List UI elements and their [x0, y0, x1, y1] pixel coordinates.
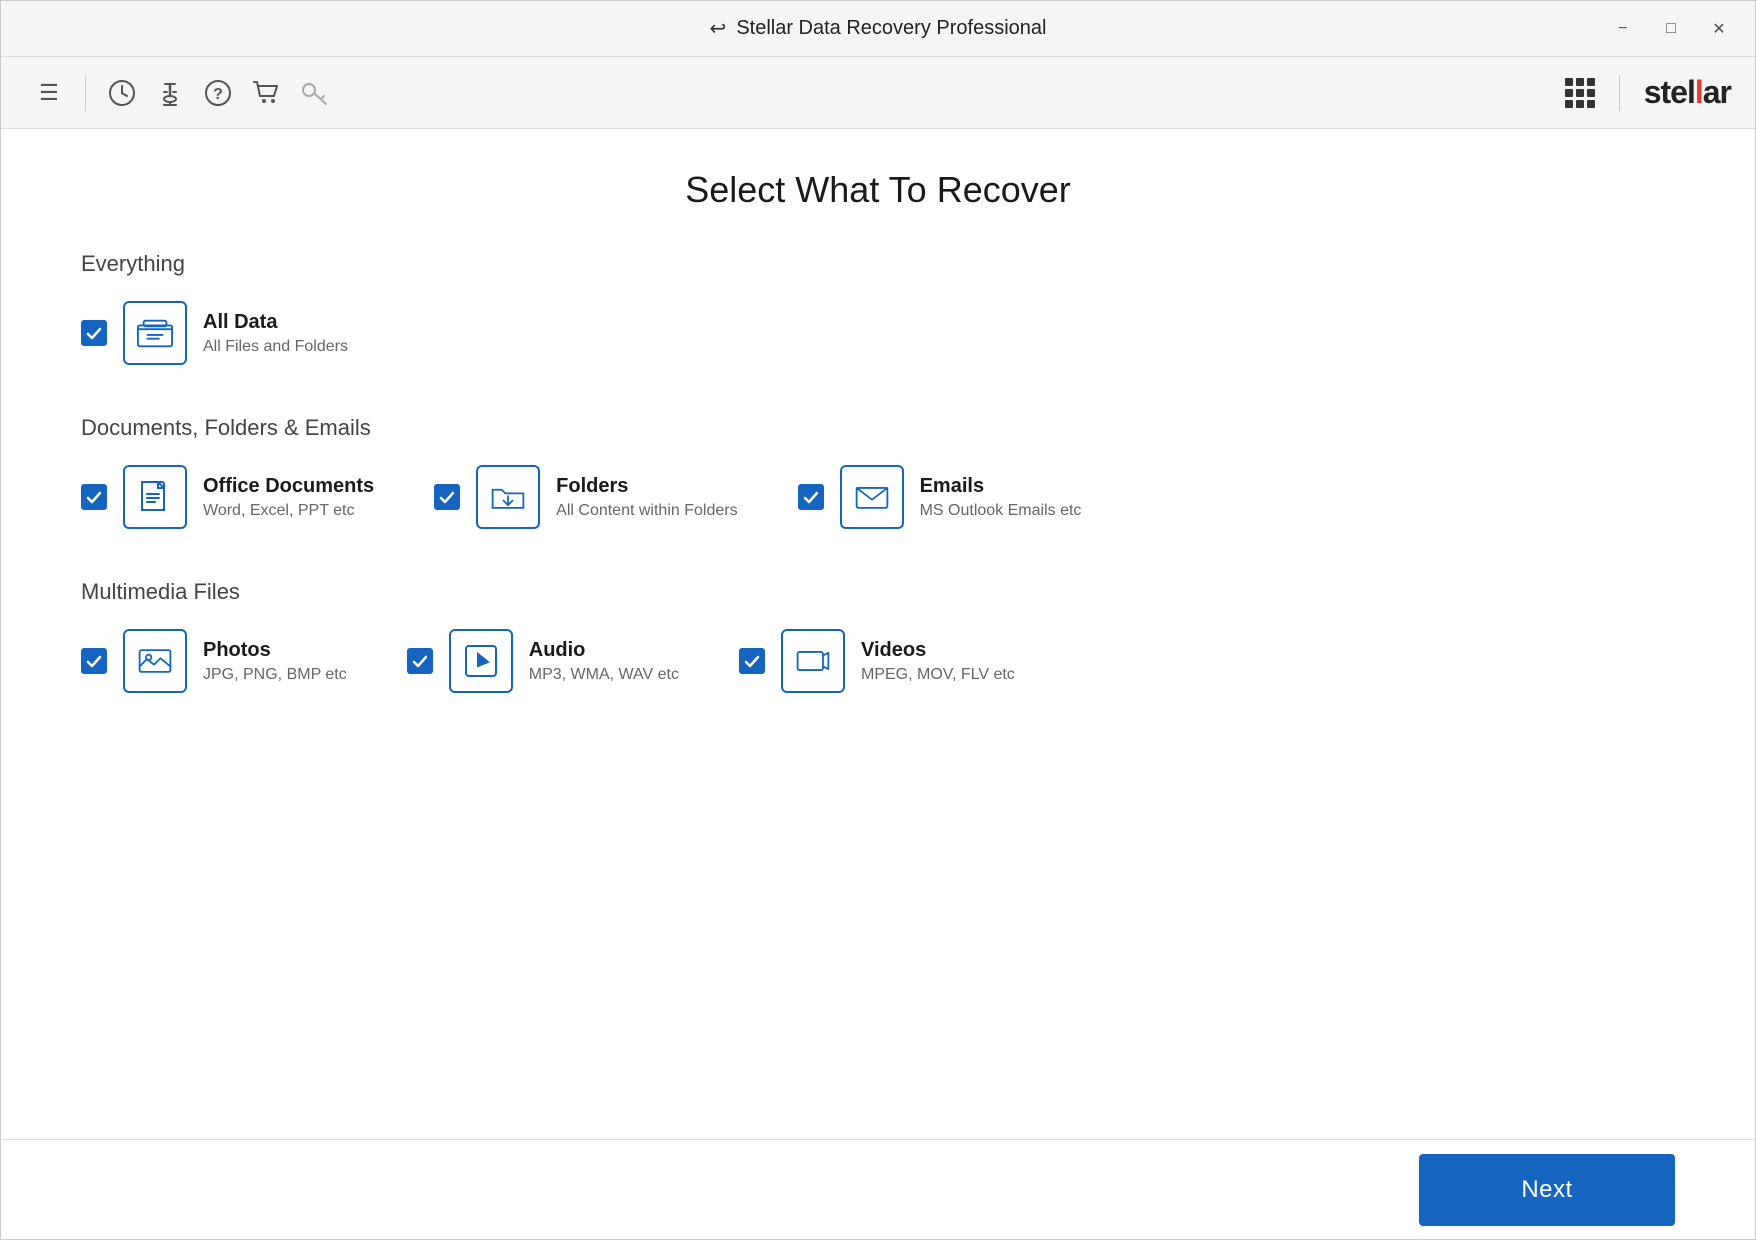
- option-audio[interactable]: Audio MP3, WMA, WAV etc: [407, 629, 679, 693]
- toolbar: ☰ ?: [1, 57, 1755, 129]
- checkbox-folders-wrap: [434, 484, 460, 510]
- checkbox-office-docs-wrap: [81, 484, 107, 510]
- help-icon[interactable]: ?: [194, 69, 242, 117]
- emails-icon-box: [840, 465, 904, 529]
- audio-title: Audio: [529, 639, 679, 662]
- emails-subtitle: MS Outlook Emails etc: [920, 502, 1082, 520]
- section-multimedia-label: Multimedia Files: [81, 579, 1675, 605]
- all-data-title: All Data: [203, 311, 348, 334]
- app-window: ↩ Stellar Data Recovery Professional − □…: [0, 0, 1756, 1240]
- footer: Next: [1, 1139, 1755, 1239]
- videos-title: Videos: [861, 639, 1015, 662]
- checkbox-videos-wrap: [739, 648, 765, 674]
- brand-logo: stellar: [1644, 74, 1731, 111]
- documents-options: Office Documents Word, Excel, PPT etc: [81, 465, 1675, 529]
- photos-title: Photos: [203, 639, 347, 662]
- everything-options: All Data All Files and Folders: [81, 301, 1675, 365]
- folders-icon-box: [476, 465, 540, 529]
- photos-icon-box: [123, 629, 187, 693]
- option-all-data[interactable]: All Data All Files and Folders: [81, 301, 348, 365]
- menu-icon[interactable]: ☰: [25, 69, 73, 117]
- videos-text: Videos MPEG, MOV, FLV etc: [861, 639, 1015, 684]
- multimedia-options: Photos JPG, PNG, BMP etc: [81, 629, 1675, 693]
- checkbox-folders[interactable]: [434, 484, 460, 510]
- videos-icon-box: [781, 629, 845, 693]
- section-everything-label: Everything: [81, 251, 1675, 277]
- audio-icon-box: [449, 629, 513, 693]
- all-data-subtitle: All Files and Folders: [203, 338, 348, 356]
- history-icon[interactable]: [98, 69, 146, 117]
- checkbox-all-data-wrap: [81, 320, 107, 346]
- section-multimedia: Multimedia Files: [81, 579, 1675, 693]
- checkbox-audio[interactable]: [407, 648, 433, 674]
- folders-text: Folders All Content within Folders: [556, 475, 737, 520]
- audio-text: Audio MP3, WMA, WAV etc: [529, 639, 679, 684]
- photos-text: Photos JPG, PNG, BMP etc: [203, 639, 347, 684]
- next-button[interactable]: Next: [1419, 1154, 1675, 1226]
- office-docs-text: Office Documents Word, Excel, PPT etc: [203, 475, 374, 520]
- minimize-button[interactable]: −: [1603, 13, 1643, 45]
- folders-title: Folders: [556, 475, 737, 498]
- window-title: Stellar Data Recovery Professional: [736, 17, 1046, 40]
- checkbox-emails[interactable]: [798, 484, 824, 510]
- main-content: Select What To Recover Everything: [1, 129, 1755, 1139]
- title-bar-controls: − □ ✕: [1603, 13, 1739, 45]
- checkbox-photos[interactable]: [81, 648, 107, 674]
- audio-subtitle: MP3, WMA, WAV etc: [529, 666, 679, 684]
- option-emails[interactable]: Emails MS Outlook Emails etc: [798, 465, 1082, 529]
- section-everything: Everything: [81, 251, 1675, 365]
- emails-text: Emails MS Outlook Emails etc: [920, 475, 1082, 520]
- grid-icon[interactable]: [1565, 78, 1595, 108]
- photos-subtitle: JPG, PNG, BMP etc: [203, 666, 347, 684]
- office-docs-subtitle: Word, Excel, PPT etc: [203, 502, 374, 520]
- brand-separator: [1619, 75, 1620, 111]
- option-videos[interactable]: Videos MPEG, MOV, FLV etc: [739, 629, 1015, 693]
- checkbox-office-docs[interactable]: [81, 484, 107, 510]
- restore-button[interactable]: □: [1651, 13, 1691, 45]
- checkbox-emails-wrap: [798, 484, 824, 510]
- scan-icon[interactable]: [146, 69, 194, 117]
- cart-icon[interactable]: [242, 69, 290, 117]
- folders-subtitle: All Content within Folders: [556, 502, 737, 520]
- videos-subtitle: MPEG, MOV, FLV etc: [861, 666, 1015, 684]
- checkbox-all-data[interactable]: [81, 320, 107, 346]
- checkbox-photos-wrap: [81, 648, 107, 674]
- toolbar-right: stellar: [1565, 74, 1731, 111]
- page-title: Select What To Recover: [81, 169, 1675, 211]
- back-icon: ↩: [710, 16, 727, 41]
- office-docs-icon-box: [123, 465, 187, 529]
- key-icon[interactable]: [290, 69, 338, 117]
- option-photos[interactable]: Photos JPG, PNG, BMP etc: [81, 629, 347, 693]
- all-data-icon-box: [123, 301, 187, 365]
- title-bar: ↩ Stellar Data Recovery Professional − □…: [1, 1, 1755, 57]
- checkbox-videos[interactable]: [739, 648, 765, 674]
- checkbox-audio-wrap: [407, 648, 433, 674]
- title-bar-center: ↩ Stellar Data Recovery Professional: [710, 16, 1047, 41]
- section-documents: Documents, Folders & Emails: [81, 415, 1675, 529]
- toolbar-divider-1: [85, 75, 86, 111]
- section-documents-label: Documents, Folders & Emails: [81, 415, 1675, 441]
- option-folders[interactable]: Folders All Content within Folders: [434, 465, 737, 529]
- option-office-docs[interactable]: Office Documents Word, Excel, PPT etc: [81, 465, 374, 529]
- all-data-text: All Data All Files and Folders: [203, 311, 348, 356]
- svg-text:?: ?: [213, 86, 223, 103]
- close-button[interactable]: ✕: [1699, 13, 1739, 45]
- office-docs-title: Office Documents: [203, 475, 374, 498]
- emails-title: Emails: [920, 475, 1082, 498]
